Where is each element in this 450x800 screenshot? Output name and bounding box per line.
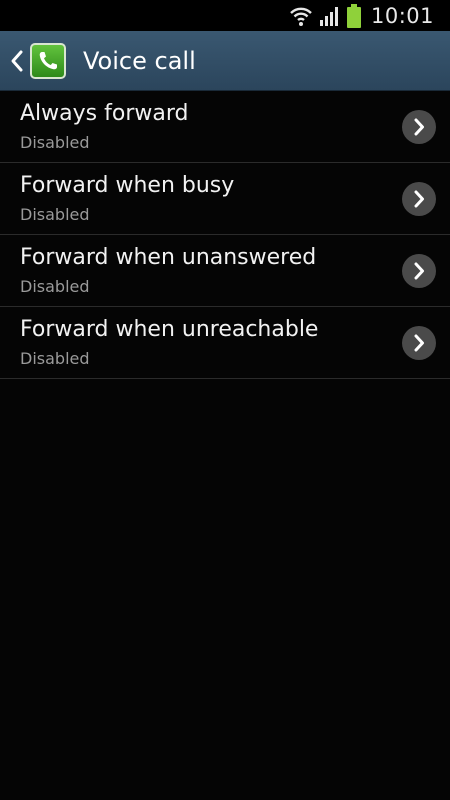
item-title: Forward when unreachable [20, 317, 319, 342]
chevron-right-button[interactable] [402, 110, 436, 144]
list-item-forward-busy[interactable]: Forward when busy Disabled [0, 163, 450, 235]
item-status: Disabled [20, 349, 90, 368]
signal-icon [319, 6, 338, 26]
forward-options-list: Always forward Disabled Forward when bus… [0, 91, 450, 379]
list-item-always-forward[interactable]: Always forward Disabled [0, 91, 450, 163]
chevron-left-icon [11, 50, 23, 71]
chevron-right-button[interactable] [402, 182, 436, 216]
chevron-right-icon [414, 334, 424, 352]
chevron-right-icon [414, 118, 424, 136]
chevron-right-icon [414, 262, 424, 280]
status-bar: 10:01 [0, 0, 450, 31]
item-status: Disabled [20, 277, 90, 296]
item-status: Disabled [20, 205, 90, 224]
list-item-forward-unreachable[interactable]: Forward when unreachable Disabled [0, 307, 450, 379]
item-status: Disabled [20, 133, 90, 152]
list-item-forward-unanswered[interactable]: Forward when unanswered Disabled [0, 235, 450, 307]
item-title: Always forward [20, 101, 189, 126]
action-bar: Voice call [0, 31, 450, 91]
chevron-right-button[interactable] [402, 254, 436, 288]
battery-icon [346, 3, 361, 28]
status-time: 10:01 [370, 3, 434, 28]
item-title: Forward when busy [20, 173, 235, 198]
status-icons: 10:01 [289, 0, 434, 31]
page-title: Voice call [83, 46, 196, 75]
chevron-right-icon [414, 190, 424, 208]
phone-icon [39, 51, 57, 69]
back-button[interactable] [0, 31, 70, 90]
chevron-right-button[interactable] [402, 326, 436, 360]
item-title: Forward when unanswered [20, 245, 317, 270]
app-icon [30, 42, 66, 79]
wifi-icon [290, 7, 312, 26]
